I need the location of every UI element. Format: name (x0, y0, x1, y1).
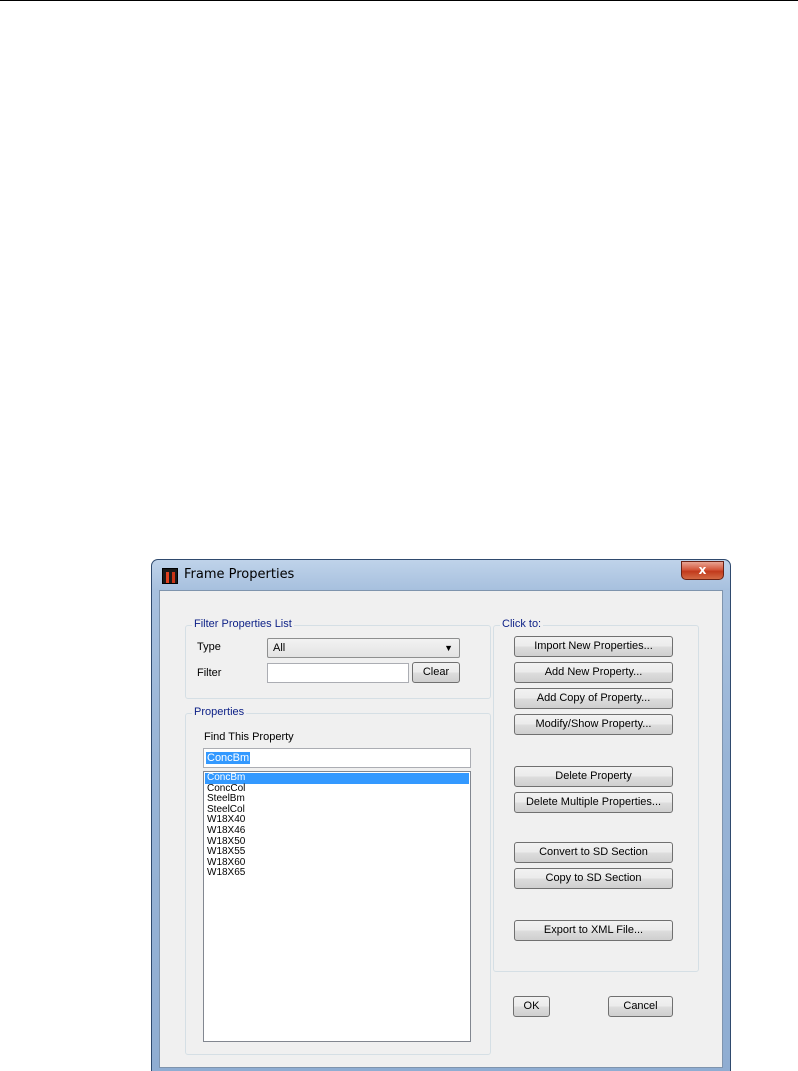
type-combo-value: All (273, 642, 286, 654)
window-title: Frame Properties (184, 567, 295, 582)
type-combo[interactable]: All ▼ (267, 638, 460, 658)
cancel-button[interactable]: Cancel (608, 996, 673, 1017)
clear-button[interactable]: Clear (412, 662, 460, 683)
add-copy-of-property-button[interactable]: Add Copy of Property... (514, 688, 673, 709)
ok-button[interactable]: OK (513, 996, 550, 1017)
actions-group-label: Click to: (500, 618, 544, 630)
add-new-property-button[interactable]: Add New Property... (514, 662, 673, 683)
properties-group: Properties Find This Property ConcBm Con… (185, 706, 491, 1055)
copy-to-sd-section-button[interactable]: Copy to SD Section (514, 868, 673, 889)
list-item[interactable]: W18X46 (205, 825, 469, 837)
filter-input[interactable] (267, 663, 409, 683)
find-property-label: Find This Property (204, 731, 294, 743)
find-property-input[interactable]: ConcBm (203, 748, 471, 768)
modify-show-property-button[interactable]: Modify/Show Property... (514, 714, 673, 735)
type-label: Type (197, 641, 221, 653)
list-item[interactable]: ConcBm (205, 772, 469, 784)
frame-properties-dialog: Frame Properties x Filter Properties Lis… (151, 559, 731, 1071)
properties-group-label: Properties (192, 706, 247, 718)
close-button[interactable]: x (681, 561, 724, 580)
convert-to-sd-section-button[interactable]: Convert to SD Section (514, 842, 673, 863)
list-item[interactable]: W18X65 (205, 868, 469, 879)
properties-list[interactable]: ConcBm ConcCol SteelBm SteelCol W18X40 W18X46… (203, 771, 471, 1042)
page-top-rule (0, 0, 798, 1)
title-bar[interactable]: Frame Properties x (152, 560, 730, 590)
actions-group: Click to: Import New Properties... Add N… (493, 618, 699, 972)
filter-properties-group: Filter Properties List Type All ▼ Filter… (185, 618, 491, 699)
filter-group-label: Filter Properties List (192, 618, 294, 630)
export-to-xml-file-button[interactable]: Export to XML File... (514, 920, 673, 941)
import-new-properties-button[interactable]: Import New Properties... (514, 636, 673, 657)
delete-property-button[interactable]: Delete Property (514, 766, 673, 787)
dialog-client-area: Filter Properties List Type All ▼ Filter… (159, 590, 723, 1068)
filter-label: Filter (197, 667, 222, 679)
chevron-down-icon: ▼ (444, 643, 453, 653)
delete-multiple-properties-button[interactable]: Delete Multiple Properties... (514, 792, 673, 813)
app-icon (162, 568, 178, 584)
find-property-value: ConcBm (206, 752, 251, 764)
